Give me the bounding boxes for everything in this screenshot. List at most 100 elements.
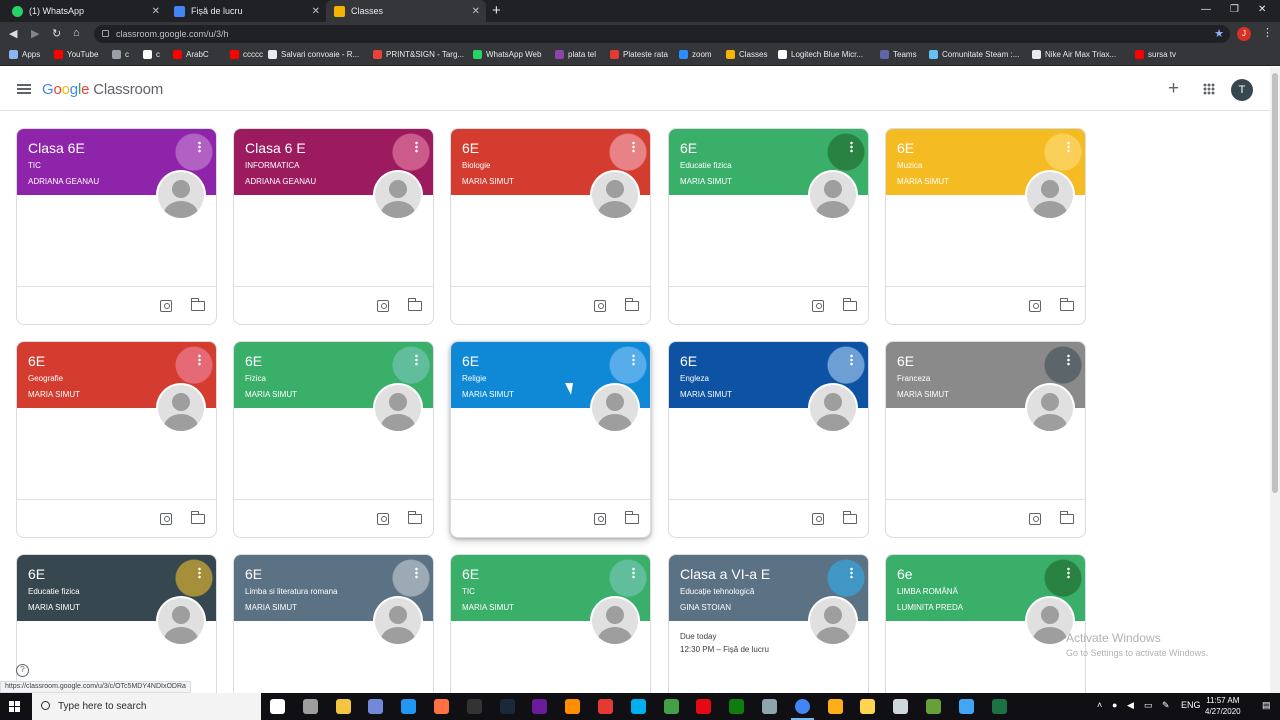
assignments-icon[interactable] bbox=[160, 513, 172, 525]
back-icon[interactable]: ◀ bbox=[9, 27, 17, 40]
class-teacher[interactable]: LUMINITA PREDA bbox=[897, 603, 963, 612]
more-options-icon[interactable] bbox=[632, 141, 635, 153]
class-title[interactable]: 6E bbox=[897, 140, 914, 156]
more-options-icon[interactable] bbox=[632, 354, 635, 366]
network-icon[interactable]: ▭ bbox=[1144, 700, 1153, 711]
assignments-icon[interactable] bbox=[812, 513, 824, 525]
orange-app-icon[interactable] bbox=[434, 699, 449, 714]
bookmark-item[interactable]: ccccc bbox=[230, 50, 263, 59]
due-assignment-link[interactable]: 12:30 PM – Fișă de lucru bbox=[680, 645, 769, 654]
assignments-icon[interactable] bbox=[1029, 300, 1041, 312]
class-teacher[interactable]: MARIA SIMUT bbox=[245, 603, 297, 612]
class-card[interactable]: Clasa 6E TIC ADRIANA GEANAU bbox=[16, 128, 217, 325]
rockstar-icon[interactable] bbox=[827, 699, 843, 714]
browser-menu-icon[interactable]: ⋮ bbox=[1262, 26, 1273, 39]
tab-fisa-de-lucru[interactable]: Fișă de lucru ✕ bbox=[166, 0, 326, 22]
bookmark-item[interactable]: Teams bbox=[880, 50, 917, 59]
more-options-icon[interactable] bbox=[850, 567, 853, 579]
assignments-icon[interactable] bbox=[594, 300, 606, 312]
bookmark-item[interactable]: Comunitate Steam :... bbox=[929, 50, 1019, 59]
class-title[interactable]: 6E bbox=[897, 353, 914, 369]
class-title[interactable]: 6E bbox=[680, 140, 697, 156]
class-card[interactable]: 6E Educatie fizica MARIA SIMUT bbox=[668, 128, 869, 325]
class-card[interactable]: 6E Limba si literatura romana MARIA SIMUT bbox=[233, 554, 434, 693]
main-menu-icon[interactable] bbox=[17, 84, 31, 94]
bookmark-item[interactable]: Apps bbox=[9, 50, 40, 59]
home-icon[interactable]: ⌂ bbox=[73, 27, 80, 39]
class-title[interactable]: 6E bbox=[245, 566, 262, 582]
folder-icon[interactable] bbox=[842, 298, 857, 311]
more-options-icon[interactable] bbox=[1067, 567, 1070, 579]
taskbar-search-input[interactable]: Type here to search bbox=[32, 693, 261, 720]
bookmark-item[interactable]: c bbox=[143, 50, 160, 59]
tab-whatsapp[interactable]: (1) WhatsApp ✕ bbox=[4, 0, 166, 22]
class-card[interactable]: 6E TIC MARIA SIMUT bbox=[450, 554, 651, 693]
tray-chevron-icon[interactable]: ˄ bbox=[1097, 700, 1102, 710]
google-apps-icon[interactable] bbox=[1203, 83, 1215, 95]
class-card[interactable]: 6E Fizica MARIA SIMUT bbox=[233, 341, 434, 538]
assignments-icon[interactable] bbox=[377, 513, 389, 525]
xbox-icon[interactable] bbox=[302, 699, 318, 714]
bookmark-item[interactable]: Salvari convoaie - R... bbox=[268, 50, 359, 59]
class-title[interactable]: 6E bbox=[245, 353, 262, 369]
discord-icon[interactable] bbox=[368, 699, 384, 714]
bookmark-item[interactable]: Classes bbox=[726, 50, 767, 59]
system-clock[interactable]: 11:57 AM 4/27/2020 bbox=[1205, 695, 1241, 717]
excel-icon[interactable] bbox=[991, 699, 1007, 714]
class-card[interactable]: Clasa 6 E INFORMATICA ADRIANA GEANAU bbox=[233, 128, 434, 325]
assignments-icon[interactable] bbox=[812, 300, 824, 312]
skype-icon[interactable] bbox=[630, 699, 646, 714]
class-title[interactable]: 6E bbox=[462, 140, 479, 156]
file-explorer-icon[interactable] bbox=[335, 699, 351, 714]
red-app-icon[interactable] bbox=[598, 699, 613, 714]
chrome-icon[interactable] bbox=[790, 699, 814, 720]
bookmark-item[interactable]: plata tel bbox=[555, 50, 596, 59]
folder-icon[interactable] bbox=[842, 511, 857, 524]
ship-app-icon[interactable] bbox=[762, 699, 777, 714]
notes-icon[interactable] bbox=[860, 699, 876, 714]
vegas-icon[interactable] bbox=[532, 699, 548, 714]
class-teacher[interactable]: MARIA SIMUT bbox=[462, 603, 514, 612]
profile-avatar[interactable]: J bbox=[1237, 27, 1251, 41]
class-title[interactable]: 6e bbox=[897, 566, 913, 582]
more-options-icon[interactable] bbox=[850, 141, 853, 153]
screen-app-icon[interactable] bbox=[958, 699, 974, 714]
folder-icon[interactable] bbox=[190, 298, 205, 311]
page-scrollbar[interactable] bbox=[1270, 67, 1280, 693]
tab-classes[interactable]: Classes ✕ bbox=[326, 0, 486, 22]
class-card[interactable]: 6E Muzica MARIA SIMUT bbox=[885, 128, 1086, 325]
class-card[interactable]: 6E Engleza MARIA SIMUT bbox=[668, 341, 869, 538]
steam-icon[interactable] bbox=[499, 699, 515, 714]
assignments-icon[interactable] bbox=[377, 300, 389, 312]
new-tab-button[interactable]: + bbox=[492, 2, 501, 19]
folder-icon[interactable] bbox=[1059, 298, 1074, 311]
pen-icon[interactable]: ✎ bbox=[1162, 700, 1170, 711]
close-icon[interactable]: ✕ bbox=[472, 6, 480, 17]
xbox-app-icon[interactable] bbox=[729, 699, 745, 714]
class-teacher[interactable]: MARIA SIMUT bbox=[462, 390, 514, 399]
vlc-icon[interactable] bbox=[565, 699, 581, 714]
more-options-icon[interactable] bbox=[415, 354, 418, 366]
class-card[interactable]: Clasa a VI-a E Educație tehnologică GINA S… bbox=[668, 554, 869, 693]
folder-icon[interactable] bbox=[624, 298, 639, 311]
class-title[interactable]: Clasa 6 E bbox=[245, 140, 306, 156]
class-teacher[interactable]: MARIA SIMUT bbox=[28, 603, 80, 612]
task-view-icon[interactable] bbox=[270, 699, 285, 714]
class-card[interactable]: 6E Geografie MARIA SIMUT bbox=[16, 341, 217, 538]
notifications-icon[interactable]: ▤ bbox=[1262, 700, 1271, 711]
class-teacher[interactable]: MARIA SIMUT bbox=[245, 390, 297, 399]
blue-app-icon[interactable] bbox=[401, 699, 417, 714]
class-title[interactable]: 6E bbox=[28, 566, 45, 582]
bookmark-item[interactable]: PRINT&SIGN - Targ... bbox=[373, 50, 464, 59]
scrollbar-thumb[interactable] bbox=[1272, 73, 1278, 493]
add-class-button[interactable]: + bbox=[1168, 78, 1179, 100]
bookmark-item[interactable]: zoom bbox=[679, 50, 712, 59]
assignments-icon[interactable] bbox=[594, 513, 606, 525]
more-options-icon[interactable] bbox=[632, 567, 635, 579]
bookmark-item[interactable]: YouTube bbox=[54, 50, 98, 59]
account-avatar[interactable]: T bbox=[1231, 79, 1253, 101]
bookmark-item[interactable]: WhatsApp Web bbox=[473, 50, 541, 59]
class-teacher[interactable]: MARIA SIMUT bbox=[897, 390, 949, 399]
bookmark-item[interactable]: Plateste rata bbox=[610, 50, 668, 59]
restore-button[interactable]: ❐ bbox=[1230, 4, 1239, 15]
